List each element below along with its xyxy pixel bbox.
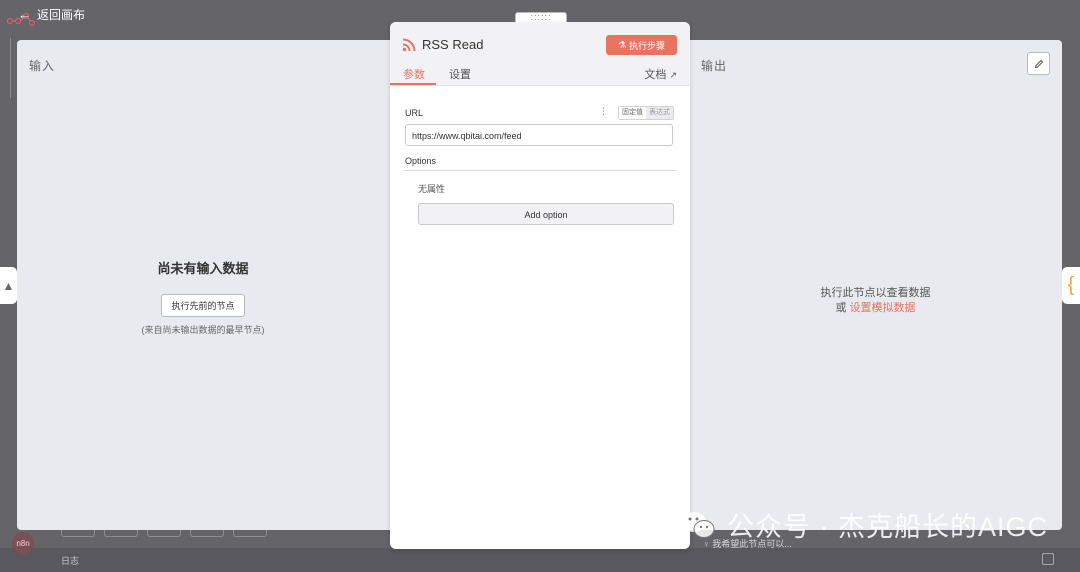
external-link-icon: ↗	[669, 70, 677, 80]
options-divider	[405, 170, 675, 171]
next-node-tab[interactable]: {	[1062, 267, 1080, 304]
node-title[interactable]: RSS Read	[422, 37, 483, 52]
user-avatar[interactable]: n8n	[12, 532, 34, 554]
watermark-text: 公众号 · 杰克船长的AIGC	[726, 512, 1048, 542]
input-empty-headline: 尚未有输入数据	[157, 261, 249, 276]
docs-label: 文档	[644, 69, 667, 81]
node-settings-card: RSS Read ⚗ 执行步骤 参数 设置 文档 ↗ URL ⋮ 固定值 表达式…	[390, 22, 690, 549]
mode-fixed[interactable]: 固定值	[619, 107, 646, 119]
expand-icon[interactable]	[1042, 553, 1054, 565]
mode-expression[interactable]: 表达式	[646, 107, 673, 119]
back-to-canvas-link[interactable]: ← 返回画布	[18, 6, 85, 23]
field-menu-icon[interactable]: ⋮	[599, 106, 608, 117]
previous-node-tab[interactable]: ▲	[0, 267, 17, 304]
or-label: 或	[835, 302, 847, 314]
back-label: 返回画布	[37, 8, 86, 22]
log-bar: n8n 日志	[0, 532, 1080, 572]
url-input[interactable]: https://www.qbitai.com/feed	[405, 124, 673, 146]
execute-step-button[interactable]: ⚗ 执行步骤	[606, 35, 677, 55]
active-tab-indicator	[390, 83, 436, 85]
wechat-icon	[681, 511, 715, 538]
output-pane-title: 输出	[701, 59, 728, 73]
docs-link[interactable]: 文档 ↗	[644, 66, 677, 82]
input-pane-title: 输入	[29, 59, 56, 73]
pencil-icon	[1034, 59, 1043, 68]
flask-icon: ⚗	[617, 39, 627, 50]
no-properties-text: 无属性	[418, 184, 446, 194]
url-label: URL	[405, 108, 424, 118]
rss-icon	[402, 38, 416, 52]
edit-output-button[interactable]	[1027, 52, 1050, 75]
output-empty-state: 执行此节点以查看数据 或 设置模拟数据	[689, 286, 1062, 316]
node-header: RSS Read ⚗ 执行步骤 参数 设置 文档 ↗	[390, 22, 690, 86]
input-empty-state: 尚未有输入数据 执行先前的节点 (来自尚未输出数据的最早节点)	[17, 258, 389, 336]
tab-settings[interactable]: 设置	[449, 66, 471, 82]
value-mode-toggle[interactable]: 固定值 表达式	[618, 106, 674, 120]
arrow-left-icon: ←	[18, 7, 31, 22]
node-arrow-icon: ▲	[2, 278, 15, 293]
execute-step-label: 执行步骤	[629, 40, 666, 51]
tab-parameters[interactable]: 参数	[403, 66, 425, 82]
log-label[interactable]: 日志	[61, 554, 79, 567]
add-option-button[interactable]: Add option	[418, 203, 674, 225]
input-empty-hint: (来自尚未输出数据的最早节点)	[141, 325, 265, 335]
watermark: 公众号 · 杰克船长的AIGC	[679, 505, 1048, 544]
set-mock-data-link[interactable]: 设置模拟数据	[850, 302, 916, 314]
execute-previous-nodes-button[interactable]: 执行先前的节点	[161, 294, 245, 317]
output-empty-line: 执行此节点以查看数据	[820, 287, 931, 299]
curly-brace-icon: {	[1067, 274, 1075, 296]
options-label: Options	[405, 156, 437, 166]
